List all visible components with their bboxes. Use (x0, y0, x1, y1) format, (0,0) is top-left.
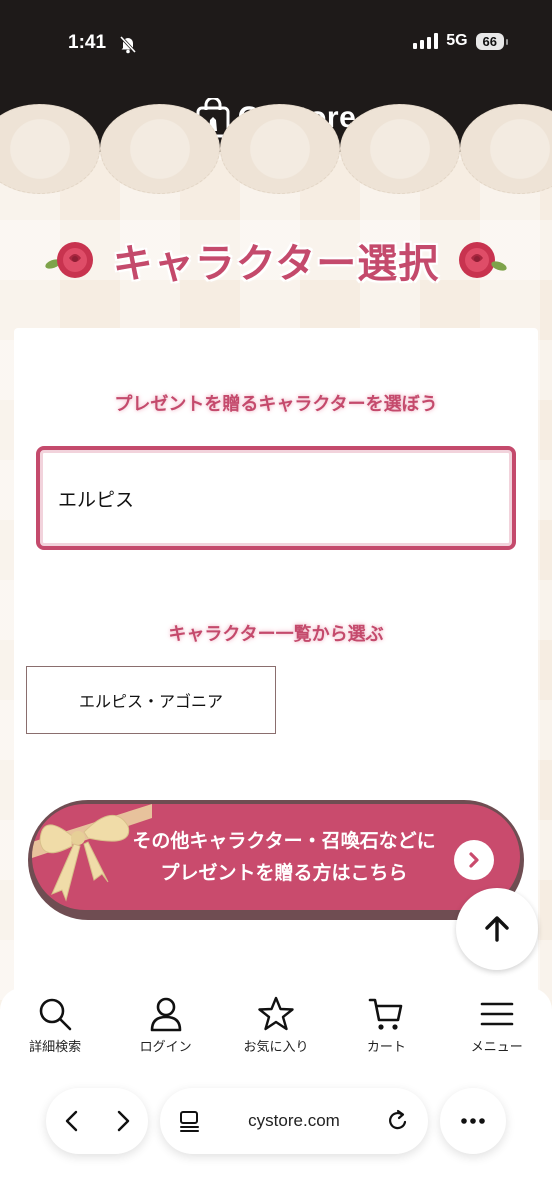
nav-label: 詳細検索 (29, 1040, 82, 1055)
rose-icon (459, 242, 507, 278)
select-heading: プレゼントを贈るキャラクターを選ぼう (114, 394, 438, 415)
page-heading: キャラクター選択 (0, 230, 552, 290)
ellipsis-icon (461, 1118, 485, 1124)
nav-item-cart[interactable]: カート (336, 996, 436, 1055)
arrow-up-icon (485, 916, 509, 942)
chevron-left-icon[interactable] (61, 1109, 83, 1133)
nav-label: ログイン (139, 1040, 192, 1055)
chevron-right-icon[interactable] (112, 1109, 134, 1133)
bottom-nav: 詳細検索 ログイン お気に入り カート メニュー (0, 988, 552, 1078)
character-search-input[interactable] (58, 487, 498, 509)
browser-toolbar: cystore.com (0, 1078, 552, 1200)
character-list-item[interactable]: エルピス・アゴニア (26, 666, 276, 734)
page-title: キャラクター選択 (112, 241, 440, 287)
nav-item-menu[interactable]: メニュー (447, 996, 547, 1055)
more-options-button[interactable] (440, 1088, 506, 1154)
bell-muted-icon (119, 35, 137, 54)
status-time: 1:41 (68, 32, 107, 53)
nav-item-login[interactable]: ログイン (116, 996, 216, 1055)
chevron-right-icon (454, 840, 494, 880)
list-heading: キャラクター一覧から選ぶ (168, 624, 384, 645)
other-gift-button-label: その他キャラクター・召喚石などに プレゼントを贈る方はこちら (116, 825, 452, 889)
reload-icon[interactable] (386, 1109, 410, 1133)
nav-item-favorites[interactable]: お気に入り (226, 996, 326, 1055)
nav-item-advanced-search[interactable]: 詳細検索 (5, 996, 105, 1055)
nav-label: カート (366, 1040, 406, 1055)
nav-label: メニュー (470, 1040, 523, 1055)
url-text: cystore.com (248, 1111, 340, 1130)
address-bar[interactable]: cystore.com (160, 1088, 428, 1154)
battery-icon: 66 (475, 32, 509, 50)
status-indicators: 5G 66 (413, 32, 509, 50)
page-menu-icon[interactable] (178, 1109, 202, 1133)
other-gift-button[interactable]: その他キャラクター・召喚石などに プレゼントを贈る方はこちら (28, 800, 524, 920)
star-icon (258, 996, 294, 1031)
cta-line-1: その他キャラクター・召喚石などに (132, 830, 436, 852)
lace-border (0, 104, 552, 198)
cta-line-2: プレゼントを贈る方はこちら (160, 862, 408, 884)
signal-icon (413, 33, 439, 49)
rose-icon (45, 242, 93, 278)
cart-icon (369, 998, 403, 1030)
nav-label: お気に入り (243, 1040, 309, 1055)
other-gift-button-body[interactable]: その他キャラクター・召喚石などに プレゼントを贈る方はこちら (32, 804, 520, 910)
character-search-box[interactable] (36, 446, 516, 550)
user-icon (150, 997, 181, 1032)
browser-history-controls (46, 1088, 148, 1154)
search-icon (39, 998, 72, 1031)
menu-icon (480, 1002, 514, 1026)
scroll-top-button[interactable] (456, 888, 538, 970)
network-type: 5G (446, 32, 468, 49)
